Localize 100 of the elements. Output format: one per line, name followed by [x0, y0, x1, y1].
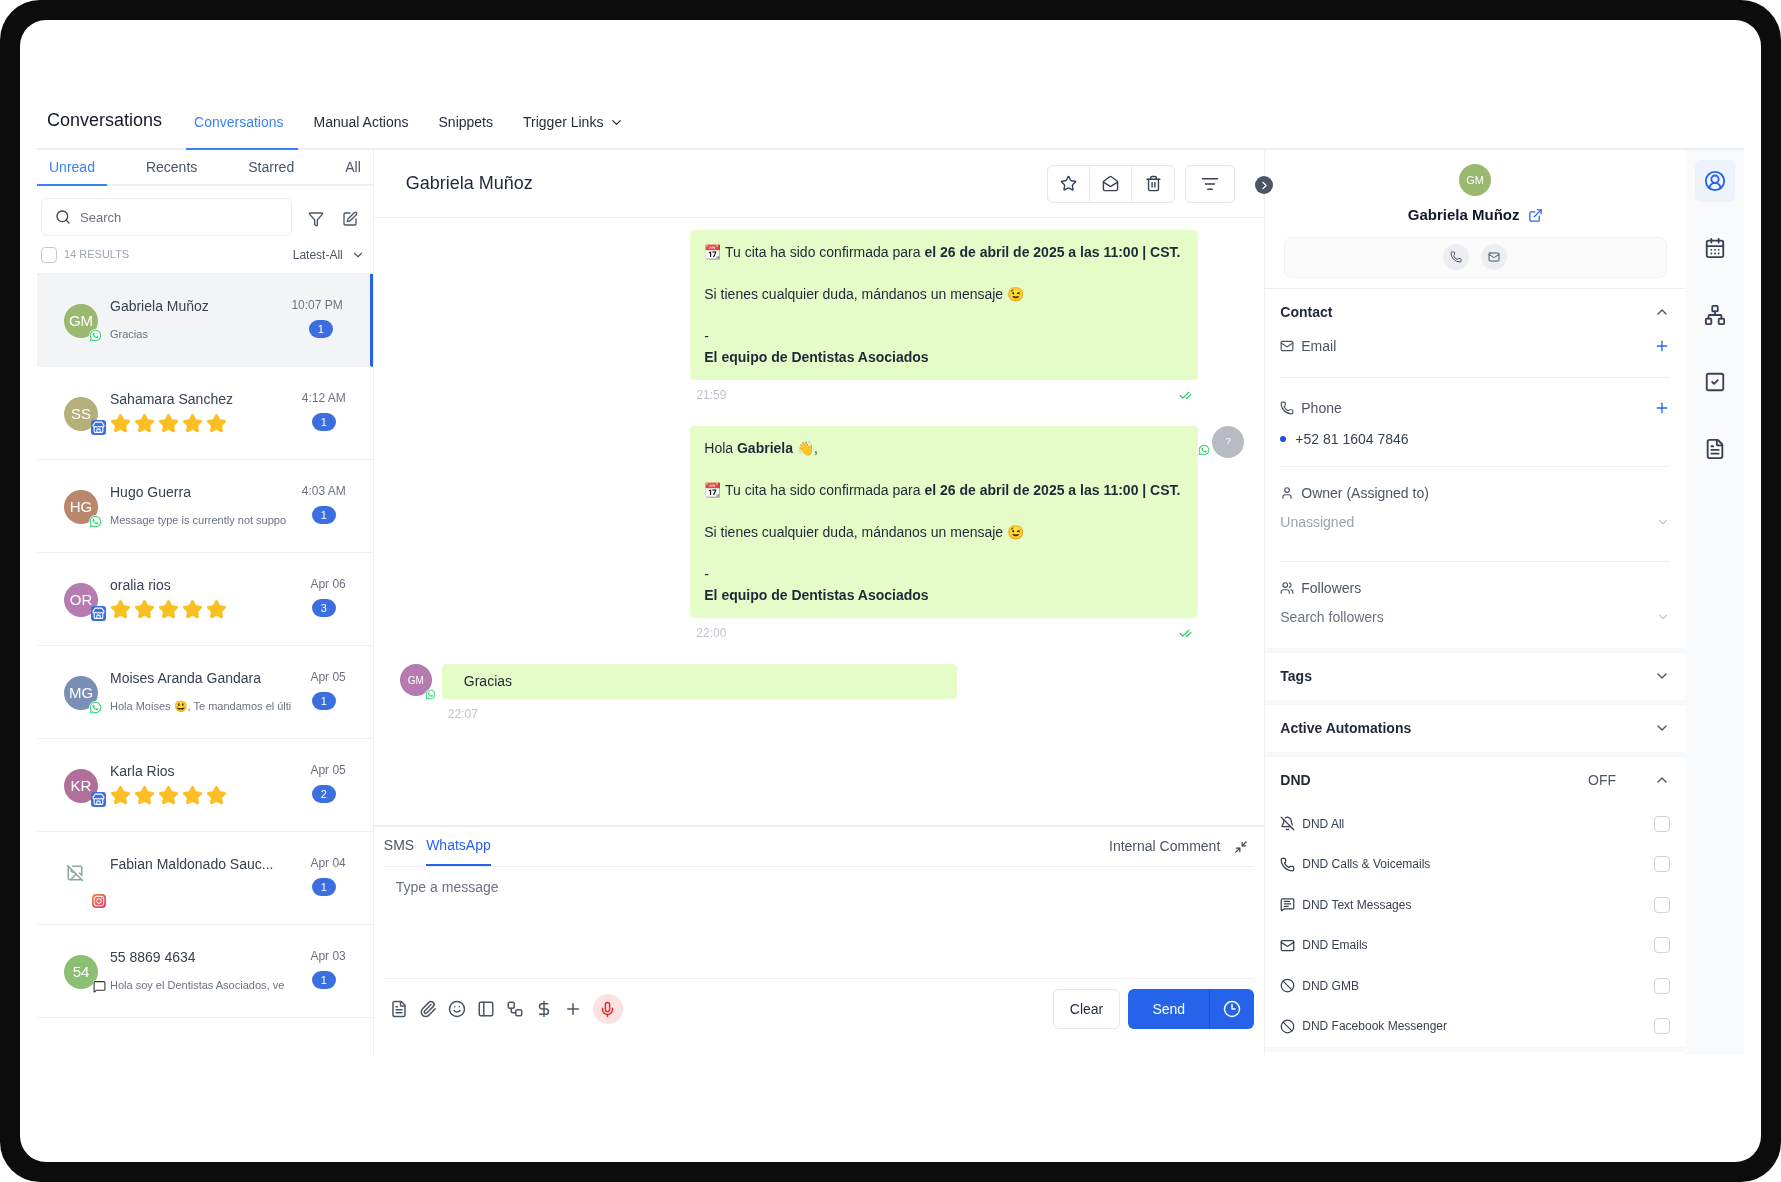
- user-icon: [1703, 170, 1726, 192]
- checkbox[interactable]: [1654, 856, 1671, 873]
- avatar-initials: HG: [69, 496, 93, 517]
- nav-tab[interactable]: Snippets: [430, 112, 507, 150]
- message-time: 22:07: [447, 706, 478, 723]
- message-text: 📆 Tu cita ha sido confirmada para el 26 de abril de 2025 a las 11:00 | CST.: [704, 243, 1182, 262]
- dnd-label: DND Text Messages: [1302, 896, 1412, 914]
- send-button[interactable]: Send: [1128, 989, 1211, 1029]
- chat-icon: [93, 980, 106, 993]
- calendar-icon: [1703, 237, 1726, 259]
- message-time: 22:00: [696, 625, 727, 642]
- template-icon[interactable]: [476, 1000, 495, 1018]
- checkbox[interactable]: [1654, 815, 1671, 832]
- clear-button[interactable]: Clear: [1052, 989, 1121, 1029]
- microphone-button[interactable]: [592, 994, 623, 1024]
- message-text: 📆 Tu cita ha sido confirmada para el 26 de abril de 2025 a las 11:00 | CST.: [704, 481, 1182, 500]
- section-title: Contact: [1280, 302, 1333, 322]
- network-icon: [1703, 304, 1726, 326]
- star-icon: [134, 413, 155, 434]
- message-preview: Gracias: [110, 328, 148, 340]
- contact-name: Sahamara Sanchez: [110, 390, 234, 409]
- unread-count: 1: [311, 413, 336, 431]
- unread-count: 1: [311, 971, 336, 989]
- message-input[interactable]: Type a message: [383, 867, 1255, 979]
- nav-tab[interactable]: Manual Actions: [305, 112, 423, 150]
- filter-icon[interactable]: [308, 211, 324, 227]
- message-time: 21:59: [696, 387, 727, 404]
- star-icon: [182, 413, 203, 434]
- contact-name: 55 8869 4634: [110, 948, 197, 967]
- minimize-icon[interactable]: [1234, 839, 1249, 854]
- message-text: Si tienes cualquier duda, mándanos un mensaje 😉: [704, 523, 1026, 542]
- conversation-item[interactable]: GM Gabriela Muñoz Gracias 10:07 PM 1: [37, 274, 373, 367]
- star-icon: [206, 599, 227, 620]
- star-icon: [158, 785, 179, 806]
- message-text: Hola Gabriela 👋,: [704, 439, 819, 458]
- sort-dropdown[interactable]: Latest-All: [292, 245, 369, 264]
- unread-count: 1: [308, 320, 333, 338]
- message-time: Apr 05: [310, 669, 346, 686]
- message-time: 4:12 AM: [301, 390, 346, 407]
- filter-button[interactable]: [1185, 164, 1236, 203]
- section-title: Active Automations: [1280, 718, 1412, 738]
- user-tab[interactable]: [1694, 160, 1735, 202]
- contact-name: Moises Aranda Gandara: [110, 669, 262, 688]
- workflow-icon[interactable]: [505, 1000, 524, 1018]
- email-button[interactable]: [1481, 244, 1508, 270]
- emoji-icon[interactable]: [447, 1000, 466, 1018]
- checkbox[interactable]: [1654, 937, 1671, 954]
- message-icon: [1280, 897, 1296, 913]
- channel-tab[interactable]: WhatsApp: [426, 827, 491, 866]
- checkbox[interactable]: [1654, 977, 1671, 994]
- contact-name: Fabian Maldonado Sauc...: [110, 855, 275, 874]
- unread-count: 1: [311, 506, 336, 524]
- section-title: Tags: [1280, 666, 1312, 686]
- dnd-label: DND Emails: [1302, 937, 1368, 955]
- attachment-icon[interactable]: [418, 1000, 437, 1018]
- whatsapp-icon: [89, 329, 102, 342]
- bell-off-icon: [1280, 816, 1296, 832]
- message-time: Apr 04: [310, 855, 346, 872]
- expand-panel-button[interactable]: [1255, 176, 1274, 194]
- section-title: DND: [1280, 770, 1311, 790]
- message-text: -: [704, 565, 710, 584]
- checkbox[interactable]: [41, 246, 57, 263]
- page-title: Conversations: [47, 109, 163, 132]
- filter-tab[interactable]: Starred: [236, 150, 307, 186]
- sender-avatar: ?: [1212, 426, 1245, 458]
- filter-tab[interactable]: All: [333, 150, 373, 186]
- avatar-initials: SS: [71, 403, 91, 424]
- schedule-button[interactable]: [1210, 989, 1255, 1029]
- phone-icon: [1450, 251, 1463, 263]
- avatar-initials: MG: [68, 682, 94, 703]
- message-text: Gracias: [463, 672, 514, 691]
- channel-tab[interactable]: SMS: [383, 827, 415, 866]
- filter-tab[interactable]: Recents: [133, 150, 210, 186]
- message-preview: Hola soy el Dentistas Asociados, ve: [110, 979, 285, 991]
- followers-select[interactable]: Search followers: [1280, 606, 1671, 628]
- checkbox[interactable]: [1654, 1018, 1671, 1035]
- document-icon[interactable]: [389, 1000, 408, 1018]
- whatsapp-icon: [424, 689, 436, 700]
- search-field[interactable]: Search: [41, 198, 292, 236]
- phone-icon: [1280, 401, 1295, 415]
- external-link-icon[interactable]: [1527, 207, 1543, 223]
- nav-tab[interactable]: Trigger Links: [515, 112, 633, 150]
- filter-tab[interactable]: Unread: [37, 150, 107, 186]
- call-button[interactable]: [1443, 244, 1470, 270]
- checkbox[interactable]: [1654, 896, 1671, 913]
- whatsapp-icon: [89, 515, 102, 528]
- store-icon: [91, 792, 106, 807]
- contact-name: Gabriela Muñoz: [110, 297, 210, 316]
- search-icon: [55, 209, 71, 225]
- message-time: 4:03 AM: [301, 483, 346, 500]
- instagram-icon: [92, 894, 106, 908]
- message-time: Apr 05: [310, 762, 346, 779]
- compose-icon[interactable]: [342, 211, 358, 227]
- field-label: Email: [1301, 336, 1337, 356]
- nav-tab[interactable]: Conversations: [186, 112, 298, 150]
- whatsapp-icon: [1198, 444, 1211, 456]
- unread-count: 2: [311, 785, 336, 803]
- internal-comment-tab[interactable]: Internal Comment: [1109, 836, 1221, 857]
- star-icon: [110, 413, 131, 434]
- star-icon: [206, 785, 227, 806]
